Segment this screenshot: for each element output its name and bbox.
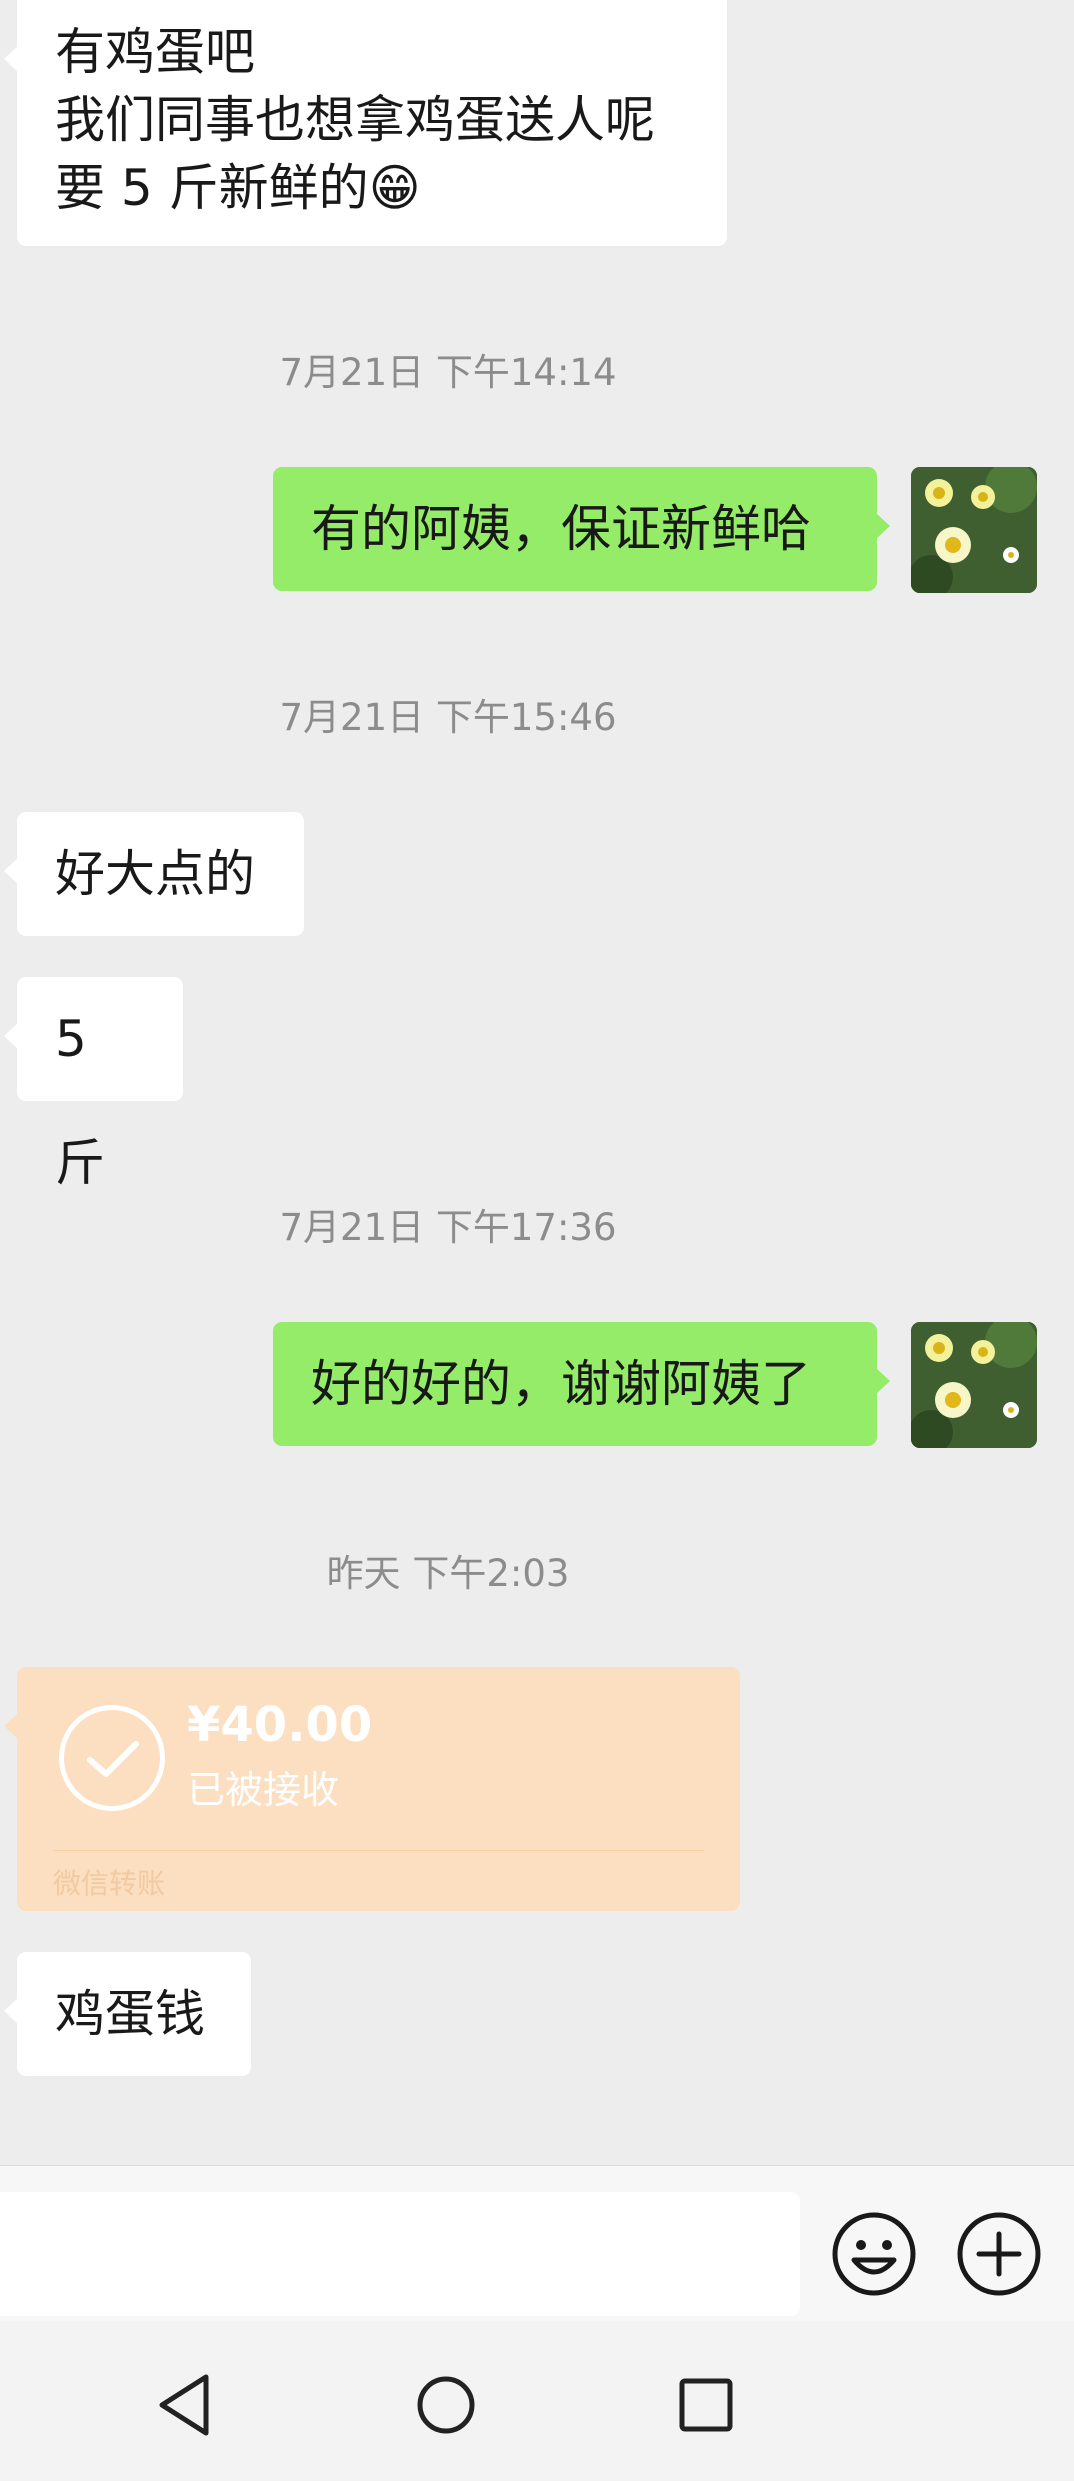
transfer-card[interactable]: ¥40.00 已被接收 微信转账	[4, 1667, 740, 1911]
transfer-amount: ¥40.00	[187, 1697, 373, 1753]
message-text: 好的好的，谢谢阿姨了	[311, 1355, 811, 1413]
received-message[interactable]: 鸡蛋钱	[4, 1952, 251, 2076]
transfer-label: 微信转账	[53, 1867, 166, 1900]
square-recents-icon[interactable]	[666, 2365, 746, 2445]
plus-circle-icon[interactable]	[955, 2210, 1043, 2298]
divider	[53, 1850, 704, 1851]
avatar[interactable]	[911, 467, 1037, 593]
timestamp: 7月21日 下午14:14	[279, 351, 617, 394]
message-text: 5 斤	[55, 1010, 105, 1192]
received-message[interactable]: 5 斤	[4, 977, 183, 1192]
timestamp: 7月21日 下午15:46	[279, 696, 617, 739]
chat-area[interactable]: 有鸡蛋吧 我们同事也想拿鸡蛋送人呢 要 5 斤新鲜的😁 7月21日 下午14:1…	[0, 0, 1074, 2165]
sent-message[interactable]: 有的阿姨，保证新鲜哈	[273, 467, 890, 591]
circle-home-icon[interactable]	[406, 2365, 486, 2445]
check-icon	[59, 1705, 165, 1811]
input-bar	[0, 2165, 1074, 2321]
message-text: 鸡蛋钱	[55, 1985, 205, 2043]
message-text: 有的阿姨，保证新鲜哈	[311, 500, 811, 558]
received-message[interactable]: 好大点的	[4, 812, 304, 936]
avatar[interactable]	[911, 1322, 1037, 1448]
triangle-back-icon[interactable]	[146, 2365, 226, 2445]
received-message[interactable]: 有鸡蛋吧 我们同事也想拿鸡蛋送人呢 要 5 斤新鲜的😁	[4, 0, 727, 246]
message-text: 好大点的	[55, 845, 255, 903]
sent-message[interactable]: 好的好的，谢谢阿姨了	[273, 1322, 890, 1446]
timestamp: 7月21日 下午17:36	[279, 1206, 617, 1249]
flower-photo-icon	[911, 1322, 1037, 1448]
timestamp: 昨天 下午2:03	[326, 1552, 570, 1595]
transfer-status: 已被接收	[187, 1768, 340, 1812]
system-nav-bar	[0, 2321, 1074, 2481]
message-line: 要 5 斤新鲜的😁	[55, 159, 421, 217]
message-line: 我们同事也想拿鸡蛋送人呢	[55, 91, 655, 149]
message-line: 有鸡蛋吧	[55, 23, 255, 81]
message-input[interactable]	[0, 2192, 800, 2316]
smiley-icon[interactable]	[830, 2210, 918, 2298]
flower-photo-icon	[911, 467, 1037, 593]
